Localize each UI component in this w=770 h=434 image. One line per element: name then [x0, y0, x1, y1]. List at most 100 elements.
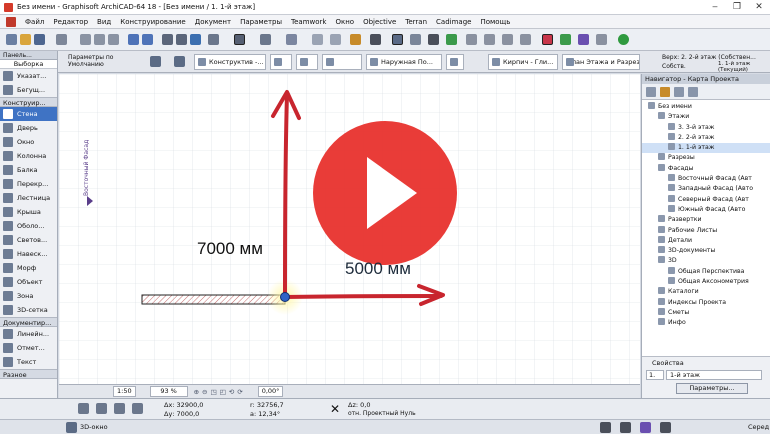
- zoom-tools-icon[interactable]: ⊕⊖◳◰⟲⟳: [194, 388, 246, 396]
- render-icon[interactable]: [542, 34, 553, 45]
- open-file-icon[interactable]: [20, 34, 31, 45]
- stretch-icon[interactable]: [520, 34, 531, 45]
- floor-plan-toggle-icon[interactable]: [392, 34, 403, 45]
- menu-document[interactable]: Документ: [195, 18, 231, 26]
- tool-level-dimension[interactable]: Отмет...: [0, 341, 57, 355]
- pen-field[interactable]: [446, 54, 464, 70]
- snap-options-icon[interactable]: [78, 403, 89, 414]
- pen-set-icon[interactable]: [330, 34, 341, 45]
- tool-arrow[interactable]: Указат...: [0, 69, 57, 83]
- tree-item[interactable]: Южный Фасад (Авто: [642, 204, 770, 215]
- misc-section[interactable]: Разное: [0, 369, 57, 379]
- more-tools-icon[interactable]: [596, 34, 607, 45]
- floor-plan-canvas[interactable]: 7000 мм 5000 мм Восточный Фасад: [59, 74, 640, 384]
- view-select[interactable]: План Этажа и Разрез...: [562, 54, 640, 70]
- 3d-window-tab-icon[interactable]: [66, 422, 77, 433]
- print-icon[interactable]: [56, 34, 67, 45]
- menu-window[interactable]: Окно: [335, 18, 354, 26]
- mirror-icon[interactable]: [502, 34, 513, 45]
- coord-dz[interactable]: Δz: 0,0: [348, 401, 370, 409]
- coord-dx[interactable]: Δх: 32900,0: [164, 401, 203, 409]
- tree-item[interactable]: Без имени: [642, 102, 770, 112]
- copy-icon[interactable]: [94, 34, 105, 45]
- grid-options-icon[interactable]: [132, 403, 143, 414]
- selection-label[interactable]: Выборка: [0, 60, 57, 69]
- tree-item[interactable]: Каталоги: [642, 287, 770, 297]
- tree-item[interactable]: Рабочие Листы: [642, 225, 770, 236]
- scale-field[interactable]: 1:50: [113, 386, 136, 397]
- tool-curtain-wall[interactable]: Навеск...: [0, 247, 57, 261]
- menu-file[interactable]: Файл: [25, 18, 44, 26]
- tool-window[interactable]: Окно: [0, 135, 57, 149]
- tool-object[interactable]: Объект: [0, 275, 57, 289]
- tree-item[interactable]: Фасады: [642, 163, 770, 174]
- layer-icon[interactable]: [312, 34, 323, 45]
- tree-item[interactable]: Западный Фасад (Авто: [642, 184, 770, 194]
- 3d-window-tab-label[interactable]: 3D-окно: [80, 423, 108, 431]
- coord-reference[interactable]: отн. Проектный Нуль: [348, 410, 416, 417]
- menu-terran[interactable]: Terran: [405, 18, 427, 26]
- structure-select[interactable]: Конструктив -...: [194, 54, 266, 70]
- tree-item[interactable]: Индексы Проекта: [642, 297, 770, 308]
- gravity-icon[interactable]: [260, 34, 271, 45]
- wall-geometry-icon[interactable]: [150, 56, 161, 67]
- tree-item[interactable]: Инфо: [642, 318, 770, 328]
- tool-mesh[interactable]: 3D-сетка: [0, 303, 57, 317]
- partial-structure-icon[interactable]: [620, 422, 631, 433]
- tree-item[interactable]: Сметы: [642, 307, 770, 318]
- tree-item[interactable]: 2. 2-й этаж: [642, 132, 770, 143]
- document-section[interactable]: Документир...: [0, 317, 57, 327]
- tool-zone[interactable]: Зона: [0, 289, 57, 303]
- undo-icon[interactable]: [128, 34, 139, 45]
- tree-item[interactable]: Общая Аксонометрия: [642, 277, 770, 287]
- trim-icon[interactable]: [428, 34, 439, 45]
- tool-stair[interactable]: Лестница: [0, 191, 57, 205]
- move-icon[interactable]: [466, 34, 477, 45]
- tree-item[interactable]: Этажи: [642, 112, 770, 122]
- cut-icon[interactable]: [80, 34, 91, 45]
- model-view-icon[interactable]: [660, 422, 671, 433]
- layout-book-tab-icon[interactable]: [674, 87, 684, 97]
- section-view-icon[interactable]: [410, 34, 421, 45]
- tool-dimension[interactable]: Линейн...: [0, 327, 57, 341]
- thickness-field[interactable]: [270, 54, 292, 70]
- cursor-snap-icon[interactable]: [96, 403, 107, 414]
- project-map-tab-icon[interactable]: [646, 87, 656, 97]
- tool-slab[interactable]: Перекр...: [0, 177, 57, 191]
- trace-icon[interactable]: [350, 34, 361, 45]
- lock-cross-icon[interactable]: ✕: [330, 402, 340, 416]
- rotation-field[interactable]: 0,00°: [257, 386, 284, 397]
- menu-teamwork[interactable]: Teamwork: [291, 18, 326, 26]
- menu-help[interactable]: Помощь: [480, 18, 510, 26]
- maximize-icon[interactable]: ❐: [726, 0, 748, 15]
- tool-door[interactable]: Дверь: [0, 121, 57, 135]
- rotate-icon[interactable]: [484, 34, 495, 45]
- quick-options-icon[interactable]: [600, 422, 611, 433]
- graphic-override-icon[interactable]: [640, 422, 651, 433]
- menu-design[interactable]: Конструирование: [120, 18, 185, 26]
- settings-button[interactable]: Параметры...: [676, 383, 748, 394]
- tool-wall[interactable]: Стена: [0, 107, 57, 121]
- close-icon[interactable]: ✕: [748, 0, 770, 15]
- minimize-icon[interactable]: ‒: [704, 0, 726, 15]
- eyedropper-icon[interactable]: [162, 34, 173, 45]
- tree-item[interactable]: Северный Фасад (Авт: [642, 194, 770, 205]
- tool-morph[interactable]: Морф: [0, 261, 57, 275]
- wall-reference-icon[interactable]: [174, 56, 185, 67]
- coord-r[interactable]: r: 32756,7: [250, 401, 284, 409]
- syringe-icon[interactable]: [176, 34, 187, 45]
- snap-toggle-icon[interactable]: [234, 34, 245, 45]
- relative-construction-icon[interactable]: [114, 403, 125, 414]
- new-file-icon[interactable]: [6, 34, 17, 45]
- curved-wall-field[interactable]: [296, 54, 318, 70]
- publisher-tab-icon[interactable]: [688, 87, 698, 97]
- design-section[interactable]: Конструир...: [0, 97, 57, 107]
- coord-angle[interactable]: a: 12,34°: [250, 410, 280, 418]
- menu-edit[interactable]: Редактор: [53, 18, 88, 26]
- tree-item[interactable]: Разрезы: [642, 153, 770, 163]
- menu-objective[interactable]: Objective: [363, 18, 396, 26]
- coord-dy[interactable]: Δу: 7000,0: [164, 410, 199, 418]
- zoom-field[interactable]: 93 %: [149, 386, 188, 397]
- tool-beam[interactable]: Балка: [0, 163, 57, 177]
- tree-item[interactable]: 3. 3-й этаж: [642, 122, 770, 133]
